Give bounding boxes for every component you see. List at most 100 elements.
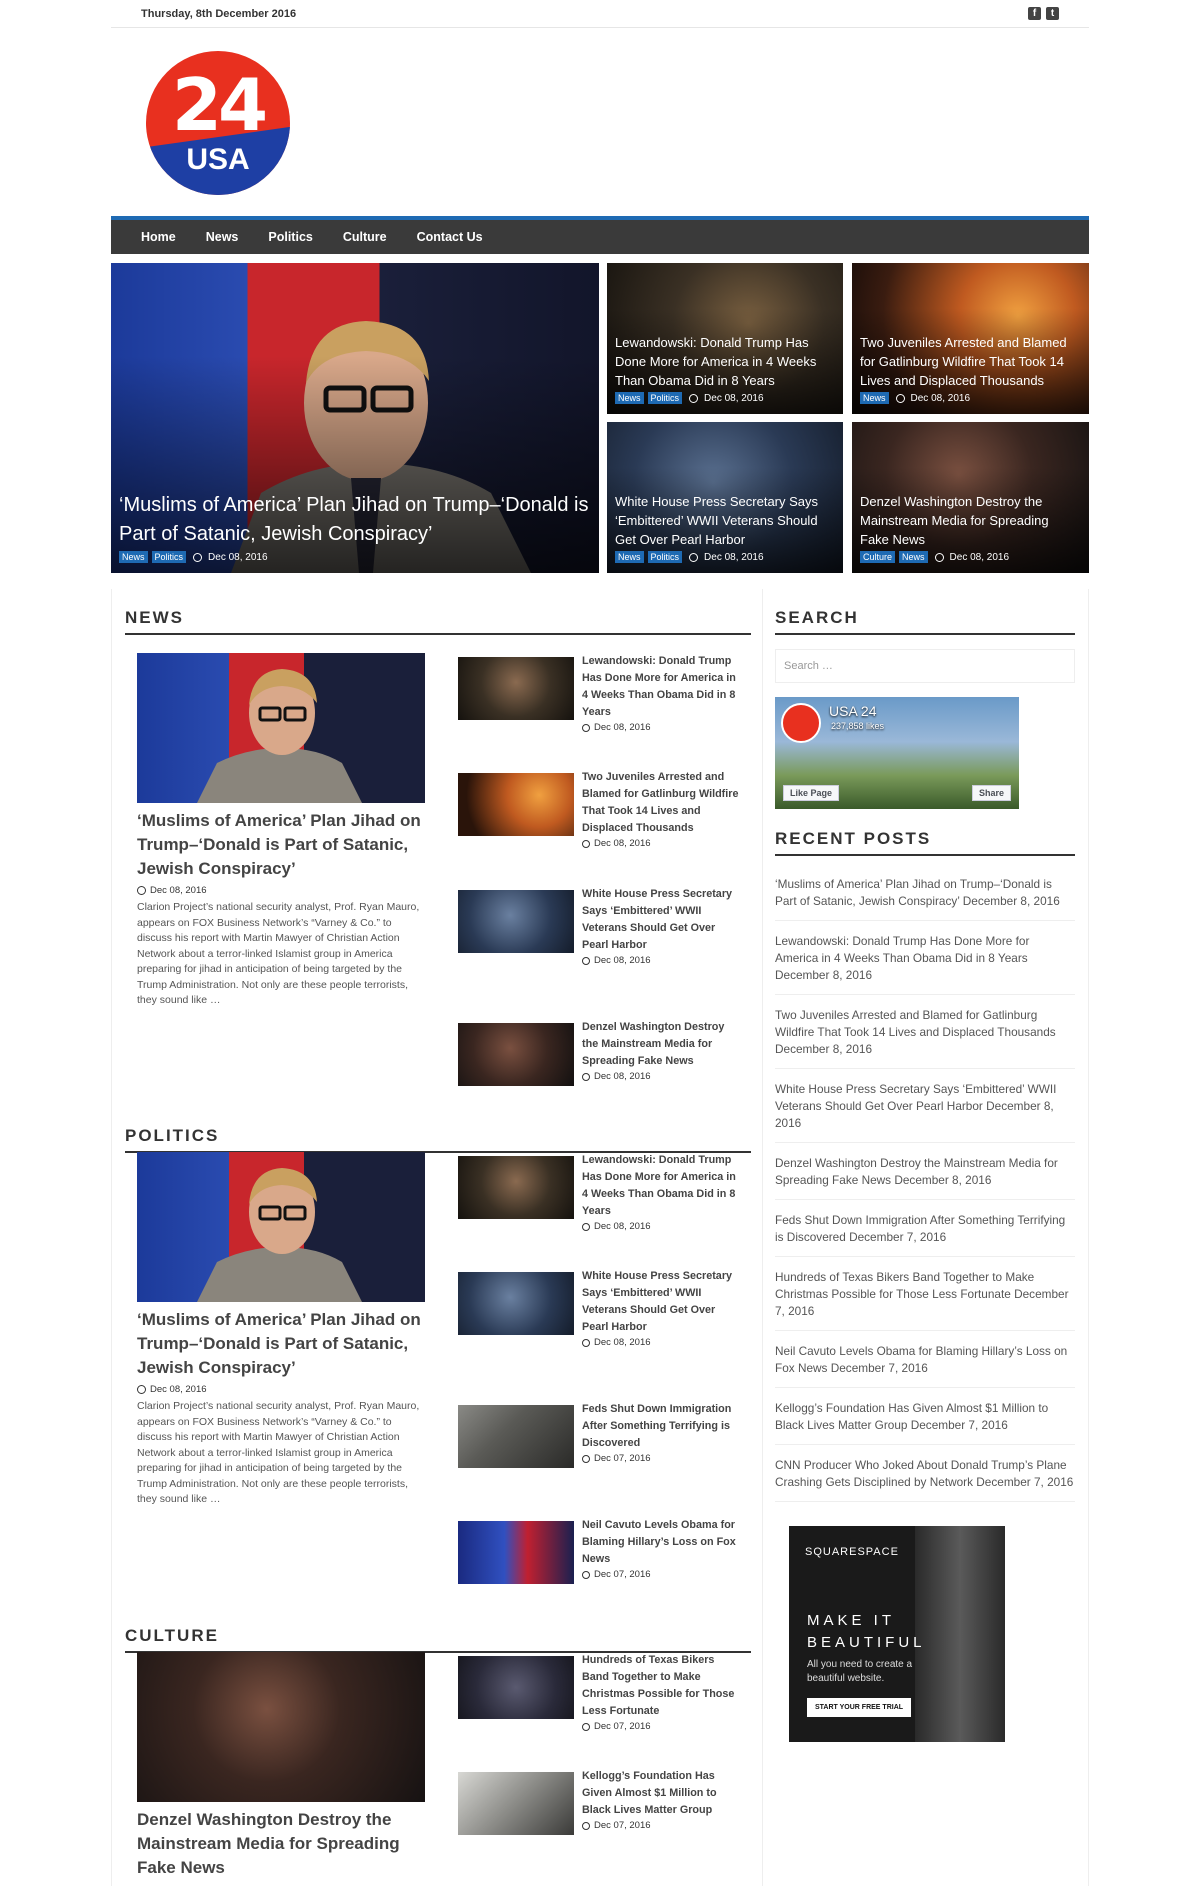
featured-tile[interactable]: Two Juveniles Arrested and Blamed for Ga… (852, 263, 1089, 414)
item-title[interactable]: Hundreds of Texas Bikers Band Together t… (582, 1652, 742, 1720)
thumbnail[interactable] (458, 1405, 574, 1468)
featured-title[interactable]: ‘Muslims of America’ Plan Jihad on Trump… (119, 491, 591, 549)
nav-news[interactable]: News (196, 230, 251, 244)
lead-article[interactable]: ‘Muslims of America’ Plan Jihad on Trump… (137, 653, 425, 1009)
post-date: Dec 08, 2016 (150, 1384, 207, 1395)
tag-news[interactable]: News (615, 392, 644, 404)
item-title[interactable]: White House Press Secretary Says ‘Embitt… (582, 886, 742, 954)
featured-title[interactable]: White House Press Secretary Says ‘Embitt… (615, 492, 835, 549)
item-title[interactable]: White House Press Secretary Says ‘Embitt… (582, 1268, 742, 1336)
twitter-icon[interactable]: t (1046, 7, 1059, 20)
tag-news[interactable]: News (899, 551, 928, 563)
thumbnail[interactable] (458, 1772, 574, 1835)
clock-icon (137, 1385, 146, 1394)
site-logo[interactable]: 24 USA (146, 51, 290, 195)
recent-posts-title: RECENT POSTS (775, 829, 1075, 856)
thumbnail[interactable] (458, 773, 574, 836)
post-date: Dec 08, 2016 (910, 392, 971, 404)
featured-grid: ‘Muslims of America’ Plan Jihad on Trump… (111, 263, 1089, 573)
list-item[interactable]: Neil Cavuto Levels Obama for Blaming Hil… (458, 1517, 748, 1627)
post-date: Dec 07, 2016 (594, 1820, 651, 1831)
post-date: Dec 08, 2016 (594, 1221, 651, 1232)
thumbnail[interactable] (458, 1156, 574, 1219)
fb-page-name[interactable]: USA 24 (829, 703, 876, 719)
item-title[interactable]: Kellogg’s Foundation Has Given Almost $1… (582, 1768, 742, 1819)
nav-home[interactable]: Home (131, 230, 188, 244)
lead-image[interactable] (137, 1652, 425, 1802)
recent-post-link[interactable]: Denzel Washington Destroy the Mainstream… (775, 1143, 1075, 1200)
lead-title[interactable]: ‘Muslims of America’ Plan Jihad on Trump… (137, 809, 425, 881)
tag-news[interactable]: News (119, 551, 148, 563)
ad-cta-button[interactable]: START YOUR FREE TRIAL (807, 1698, 912, 1717)
list-item[interactable]: White House Press Secretary Says ‘Embitt… (458, 1268, 748, 1378)
list-item[interactable]: Kellogg’s Foundation Has Given Almost $1… (458, 1768, 748, 1878)
clock-icon (689, 393, 699, 403)
recent-post-link[interactable]: White House Press Secretary Says ‘Embitt… (775, 1069, 1075, 1143)
ad-brand: SQUARESPACE (805, 1546, 899, 1558)
lead-title[interactable]: Denzel Washington Destroy the Mainstream… (137, 1808, 425, 1880)
lead-title[interactable]: ‘Muslims of America’ Plan Jihad on Trump… (137, 1308, 425, 1380)
recent-post-link[interactable]: ‘Muslims of America’ Plan Jihad on Trump… (775, 864, 1075, 921)
tag-news[interactable]: News (615, 551, 644, 563)
item-title[interactable]: Denzel Washington Destroy the Mainstream… (582, 1019, 742, 1070)
item-title[interactable]: Lewandowski: Donald Trump Has Done More … (582, 1152, 742, 1220)
lead-excerpt: Clarion Project’s national security anal… (137, 1400, 420, 1505)
tag-culture[interactable]: Culture (860, 551, 896, 563)
featured-tile[interactable]: Denzel Washington Destroy the Mainstream… (852, 422, 1089, 573)
clock-icon (582, 723, 590, 732)
list-item[interactable]: White House Press Secretary Says ‘Embitt… (458, 886, 748, 996)
recent-post-link[interactable]: Lewandowski: Donald Trump Has Done More … (775, 921, 1075, 995)
lead-article[interactable]: Denzel Washington Destroy the Mainstream… (137, 1652, 425, 1880)
post-date: Dec 08, 2016 (594, 838, 651, 849)
featured-main[interactable]: ‘Muslims of America’ Plan Jihad on Trump… (111, 263, 599, 573)
item-title[interactable]: Two Juveniles Arrested and Blamed for Ga… (582, 769, 742, 837)
thumbnail[interactable] (458, 1656, 574, 1719)
tag-politics[interactable]: Politics (647, 392, 683, 404)
lead-image[interactable] (137, 1152, 425, 1302)
list-item[interactable]: Lewandowski: Donald Trump Has Done More … (458, 653, 748, 763)
thumbnail[interactable] (458, 1521, 574, 1584)
share-button[interactable]: Share (971, 785, 1011, 801)
squarespace-ad[interactable]: SQUARESPACE MAKE IT BEAUTIFUL All you ne… (789, 1526, 1005, 1742)
featured-title[interactable]: Denzel Washington Destroy the Mainstream… (860, 492, 1081, 549)
lead-image[interactable] (137, 653, 425, 803)
recent-post-link[interactable]: Feds Shut Down Immigration After Somethi… (775, 1200, 1075, 1257)
nav-politics[interactable]: Politics (258, 230, 324, 244)
item-title[interactable]: Feds Shut Down Immigration After Somethi… (582, 1401, 742, 1452)
clock-icon (689, 552, 699, 562)
featured-tile[interactable]: Lewandowski: Donald Trump Has Done More … (607, 263, 843, 414)
top-bar: Thursday, 8th December 2016 f t (111, 0, 1089, 28)
ad-subtext: All you need to create a beautiful websi… (807, 1659, 913, 1684)
clock-icon (582, 1722, 590, 1731)
item-title[interactable]: Lewandowski: Donald Trump Has Done More … (582, 653, 742, 721)
nav-contact-us[interactable]: Contact Us (407, 230, 495, 244)
thumbnail[interactable] (458, 1272, 574, 1335)
nav-culture[interactable]: Culture (333, 230, 399, 244)
featured-tile[interactable]: White House Press Secretary Says ‘Embitt… (607, 422, 843, 573)
list-item[interactable]: Feds Shut Down Immigration After Somethi… (458, 1401, 748, 1511)
facebook-icon[interactable]: f (1028, 7, 1041, 20)
facebook-page-widget[interactable]: USA 24 237,858 likes Like Page Share (775, 697, 1019, 809)
recent-post-link[interactable]: Two Juveniles Arrested and Blamed for Ga… (775, 995, 1075, 1069)
list-item[interactable]: Denzel Washington Destroy the Mainstream… (458, 1019, 748, 1129)
thumbnail[interactable] (458, 890, 574, 953)
recent-post-link[interactable]: Neil Cavuto Levels Obama for Blaming Hil… (775, 1331, 1075, 1388)
tag-politics[interactable]: Politics (647, 551, 683, 563)
thumbnail[interactable] (458, 1023, 574, 1086)
list-item[interactable]: Hundreds of Texas Bikers Band Together t… (458, 1652, 748, 1762)
featured-title[interactable]: Lewandowski: Donald Trump Has Done More … (615, 333, 835, 390)
thumbnail[interactable] (458, 657, 574, 720)
list-item[interactable]: Lewandowski: Donald Trump Has Done More … (458, 1152, 748, 1262)
recent-post-link[interactable]: Kellogg’s Foundation Has Given Almost $1… (775, 1388, 1075, 1445)
tag-politics[interactable]: Politics (151, 551, 187, 563)
content-area: NEWS ‘Muslims of America’ Plan Jihad on … (111, 589, 1089, 1886)
recent-post-link[interactable]: CNN Producer Who Joked About Donald Trum… (775, 1445, 1075, 1502)
like-page-button[interactable]: Like Page (783, 785, 840, 801)
list-item[interactable]: Two Juveniles Arrested and Blamed for Ga… (458, 769, 748, 879)
item-title[interactable]: Neil Cavuto Levels Obama for Blaming Hil… (582, 1517, 742, 1568)
recent-post-link[interactable]: Hundreds of Texas Bikers Band Together t… (775, 1257, 1075, 1331)
lead-article[interactable]: ‘Muslims of America’ Plan Jihad on Trump… (137, 1152, 425, 1508)
tag-news[interactable]: News (860, 392, 889, 404)
search-input[interactable]: Search … (775, 649, 1075, 683)
featured-title[interactable]: Two Juveniles Arrested and Blamed for Ga… (860, 333, 1081, 390)
